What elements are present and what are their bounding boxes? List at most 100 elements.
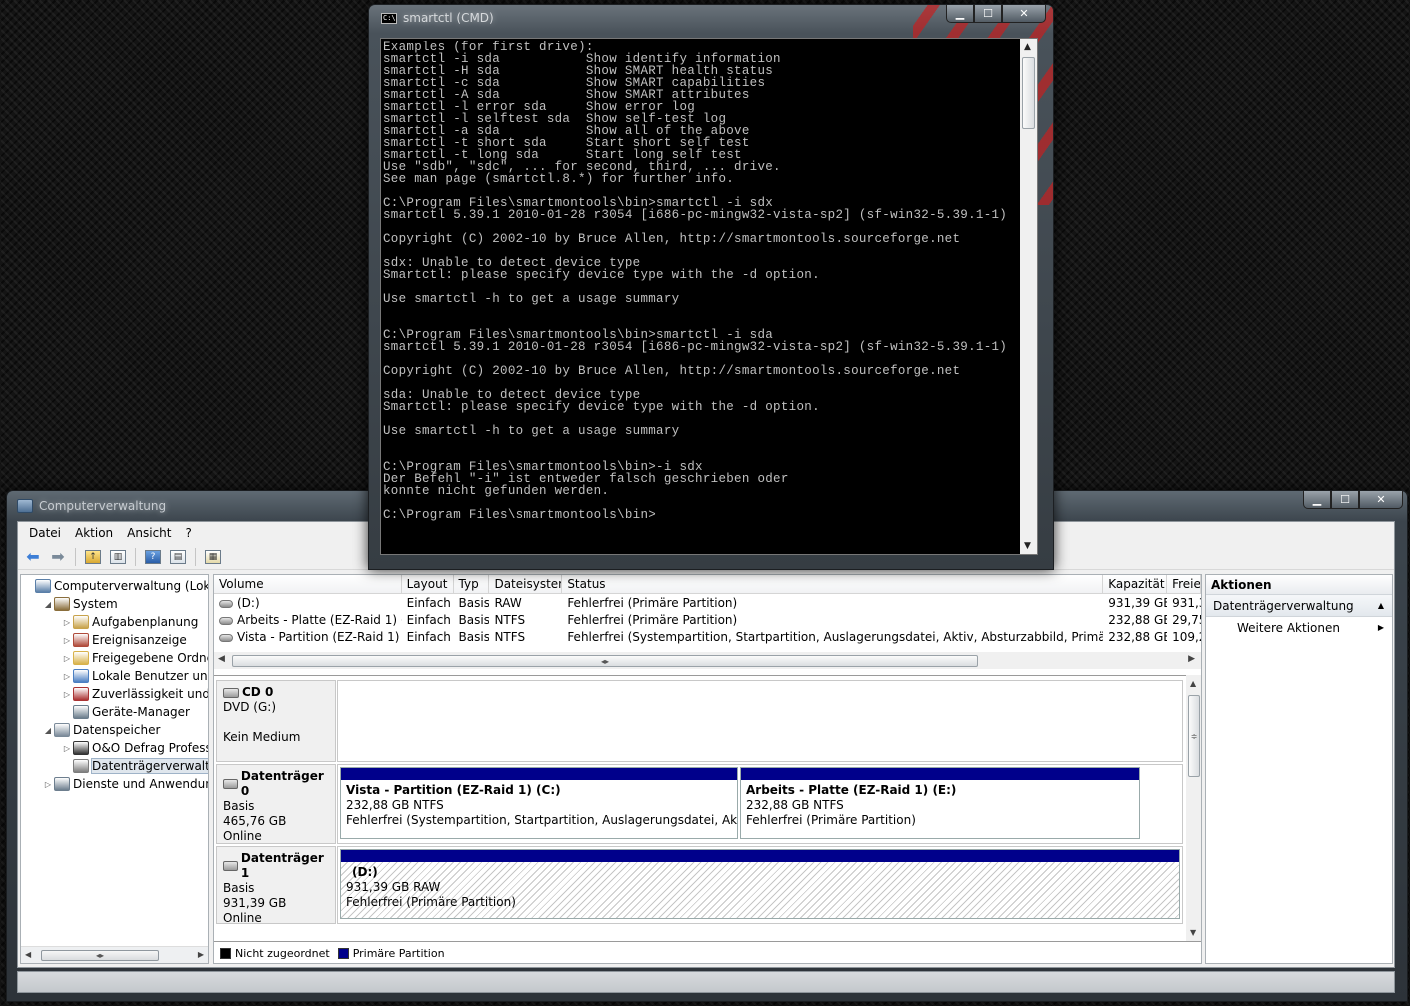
disk-label-disk1[interactable]: Datenträger 1 Basis 931,39 GB Online xyxy=(216,846,336,925)
volume-row[interactable]: Vista - Partition (EZ-Raid 1) (C:) Einfac… xyxy=(214,629,1201,646)
menu-aktion[interactable]: Aktion xyxy=(68,523,120,543)
column-kapazitaet[interactable]: Kapazität xyxy=(1103,575,1168,594)
legend-label: Primäre Partition xyxy=(352,947,445,960)
volume-cell-capacity: 232,88 GB xyxy=(1103,629,1167,646)
tree-horizontal-scrollbar[interactable]: ◀ ◂▸ ▶ xyxy=(21,946,208,963)
disk-label-cd0[interactable]: CD 0 DVD (G:) Kein Medium xyxy=(216,680,336,762)
column-layout[interactable]: Layout xyxy=(402,575,454,594)
toolbar-separator xyxy=(75,547,76,566)
tree-item-label: Lokale Benutzer und Gruppen xyxy=(92,669,208,683)
tree-item[interactable]: ◢ System xyxy=(42,595,118,613)
forward-arrow-icon[interactable]: ➡ xyxy=(47,547,69,567)
column-typ[interactable]: Typ xyxy=(454,575,490,594)
show-hide-action-pane-icon[interactable]: ▤ xyxy=(167,547,189,567)
volume-drive-icon xyxy=(219,616,233,625)
expand-arrow-icon[interactable]: ◢ xyxy=(42,726,54,735)
maximize-button[interactable]: ☐ xyxy=(1331,491,1359,509)
disk-map-vertical-scrollbar[interactable]: ▲ ≑ ▼ xyxy=(1186,675,1201,941)
window-titlebar[interactable]: Computerverwaltung xyxy=(17,496,166,516)
expand-arrow-icon[interactable]: ▷ xyxy=(61,654,73,663)
help-icon[interactable]: ? xyxy=(142,547,164,567)
volume-cell-volume: Vista - Partition (EZ-Raid 1) (C:) xyxy=(214,629,402,646)
performance-icon xyxy=(73,687,89,701)
scroll-thumb[interactable]: ◂▸ xyxy=(232,655,978,667)
tree-item[interactable]: ▷ O&O Defrag Professional xyxy=(61,739,208,757)
tree-item[interactable]: Geräte-Manager xyxy=(61,703,190,721)
tree-item[interactable]: ▷ Zuverlässigkeit und Leistung xyxy=(61,685,208,703)
properties-icon[interactable]: ▦ xyxy=(202,547,224,567)
tree-item[interactable]: ▷ Freigegebene Ordner xyxy=(61,649,208,667)
volume-list-horizontal-scrollbar[interactable]: ◀ ◂▸ ▶ xyxy=(214,652,1201,669)
disk-label-disk0[interactable]: Datenträger 0 Basis 465,76 GB Online xyxy=(216,764,336,844)
tree-item[interactable]: ▷ Ereignisanzeige xyxy=(61,631,187,649)
expand-arrow-icon[interactable]: ▷ xyxy=(61,672,73,681)
toolbar-separator xyxy=(195,547,196,566)
expand-arrow-icon[interactable]: ▷ xyxy=(42,780,54,789)
legend-label: Nicht zugeordnet xyxy=(235,947,330,960)
column-dateisystem[interactable]: Dateisystem xyxy=(489,575,563,594)
scroll-down-icon[interactable]: ▼ xyxy=(1190,928,1196,937)
expand-arrow-icon[interactable]: ◢ xyxy=(42,600,54,609)
column-status[interactable]: Status xyxy=(562,575,1104,594)
disk-state: Online xyxy=(223,829,262,843)
expand-arrow-icon[interactable]: ▷ xyxy=(61,744,73,753)
partition-e[interactable]: Arbeits - Platte (EZ-Raid 1) (E:) 232,88… xyxy=(740,767,1140,839)
scroll-down-icon[interactable]: ▼ xyxy=(1024,541,1031,551)
tree-item[interactable]: ◢ Datenspeicher xyxy=(42,721,160,739)
menu-datei[interactable]: Datei xyxy=(22,523,68,543)
volume-row[interactable]: (D:) Einfach Basis RAW Fehlerfrei (Primäre P… xyxy=(214,595,1201,612)
actions-group-datentraegerverwaltung[interactable]: Datenträgerverwaltung ▲ xyxy=(1206,595,1392,617)
collapse-arrow-icon[interactable]: ▲ xyxy=(1378,595,1384,617)
expand-arrow-icon[interactable]: ▷ xyxy=(61,636,73,645)
scroll-up-icon[interactable]: ▲ xyxy=(1024,42,1031,52)
partition-c[interactable]: Vista - Partition (EZ-Raid 1) (C:) 232,8… xyxy=(340,767,738,839)
scroll-thumb[interactable]: ◂▸ xyxy=(41,950,159,961)
tree-item[interactable]: Datenträgerverwaltung xyxy=(61,757,208,775)
tree-item[interactable]: ▷ Dienste und Anwendungen xyxy=(42,775,208,793)
console-line: Copyright (C) 2002-10 by Bruce Allen, ht… xyxy=(383,364,961,378)
expand-arrow-icon[interactable]: ▷ xyxy=(61,618,73,627)
menu-help[interactable]: ? xyxy=(178,523,198,543)
cmd-titlebar[interactable]: C:\ smartctl (CMD) xyxy=(381,11,494,25)
disk-type: Basis xyxy=(223,799,255,813)
close-button[interactable]: ✕ xyxy=(1359,491,1403,509)
volume-cell-text: Vista - Partition (EZ-Raid 1) (C:) xyxy=(237,630,402,644)
expand-arrow-icon[interactable]: ▷ xyxy=(61,690,73,699)
minimize-button[interactable]: ▁ xyxy=(946,5,974,23)
console-line: Use smartctl -h to get a usage summary xyxy=(383,292,680,306)
column-volume[interactable]: Volume xyxy=(214,575,402,594)
close-button[interactable]: ✕ xyxy=(1002,5,1046,23)
disk-area-cd0[interactable] xyxy=(337,680,1183,762)
action-weitere-aktionen[interactable]: Weitere Aktionen ▶ xyxy=(1206,617,1392,639)
scroll-thumb[interactable]: ≑ xyxy=(1188,695,1200,777)
volume-cell-typ: Basis xyxy=(454,595,490,612)
show-hide-tree-icon[interactable]: ▥ xyxy=(107,547,129,567)
scroll-right-icon[interactable]: ▶ xyxy=(1188,654,1195,664)
console-line: See man page (smartctl.8.*) for further … xyxy=(383,172,735,186)
menu-ansicht[interactable]: Ansicht xyxy=(120,523,178,543)
column-freier-speicher[interactable]: Freier Speicher xyxy=(1167,575,1201,594)
tree-item[interactable]: ▷ Aufgabenplanung xyxy=(61,613,198,631)
scroll-thumb[interactable] xyxy=(1022,57,1035,129)
minimize-button[interactable]: ▁ xyxy=(1303,491,1331,509)
console-vertical-scrollbar[interactable]: ▲ ▼ xyxy=(1020,39,1037,554)
back-arrow-icon[interactable]: ⬅ xyxy=(22,547,44,567)
disk-state: Online xyxy=(223,911,262,925)
scroll-left-icon[interactable]: ◀ xyxy=(218,654,225,664)
scroll-right-icon[interactable]: ▶ xyxy=(198,950,204,959)
console-line: smartctl 5.39.1 2010-01-28 r3054 [i686-p… xyxy=(383,340,1008,354)
tree-item[interactable]: Computerverwaltung (Lokal) xyxy=(23,577,208,595)
disk-name: Datenträger 1 xyxy=(240,851,324,880)
up-folder-icon[interactable]: ↑ xyxy=(82,547,104,567)
scroll-left-icon[interactable]: ◀ xyxy=(25,950,31,959)
tree-item[interactable]: ▷ Lokale Benutzer und Gruppen xyxy=(61,667,208,685)
partition-d[interactable]: (D:) 931,39 GB RAW Fehlerfrei (Primäre P… xyxy=(340,849,1180,919)
scroll-up-icon[interactable]: ▲ xyxy=(1190,679,1196,688)
console-area[interactable]: Examples (for first drive): smartctl -i s… xyxy=(380,38,1038,555)
maximize-button[interactable]: ☐ xyxy=(974,5,1002,23)
console-output: Examples (for first drive): smartctl -i s… xyxy=(383,41,1021,553)
hard-disk-icon xyxy=(223,779,238,789)
partition-status: Fehlerfrei (Primäre Partition) xyxy=(746,813,916,827)
volume-row[interactable]: Arbeits - Platte (EZ-Raid 1) (E:) Einfach… xyxy=(214,612,1201,629)
